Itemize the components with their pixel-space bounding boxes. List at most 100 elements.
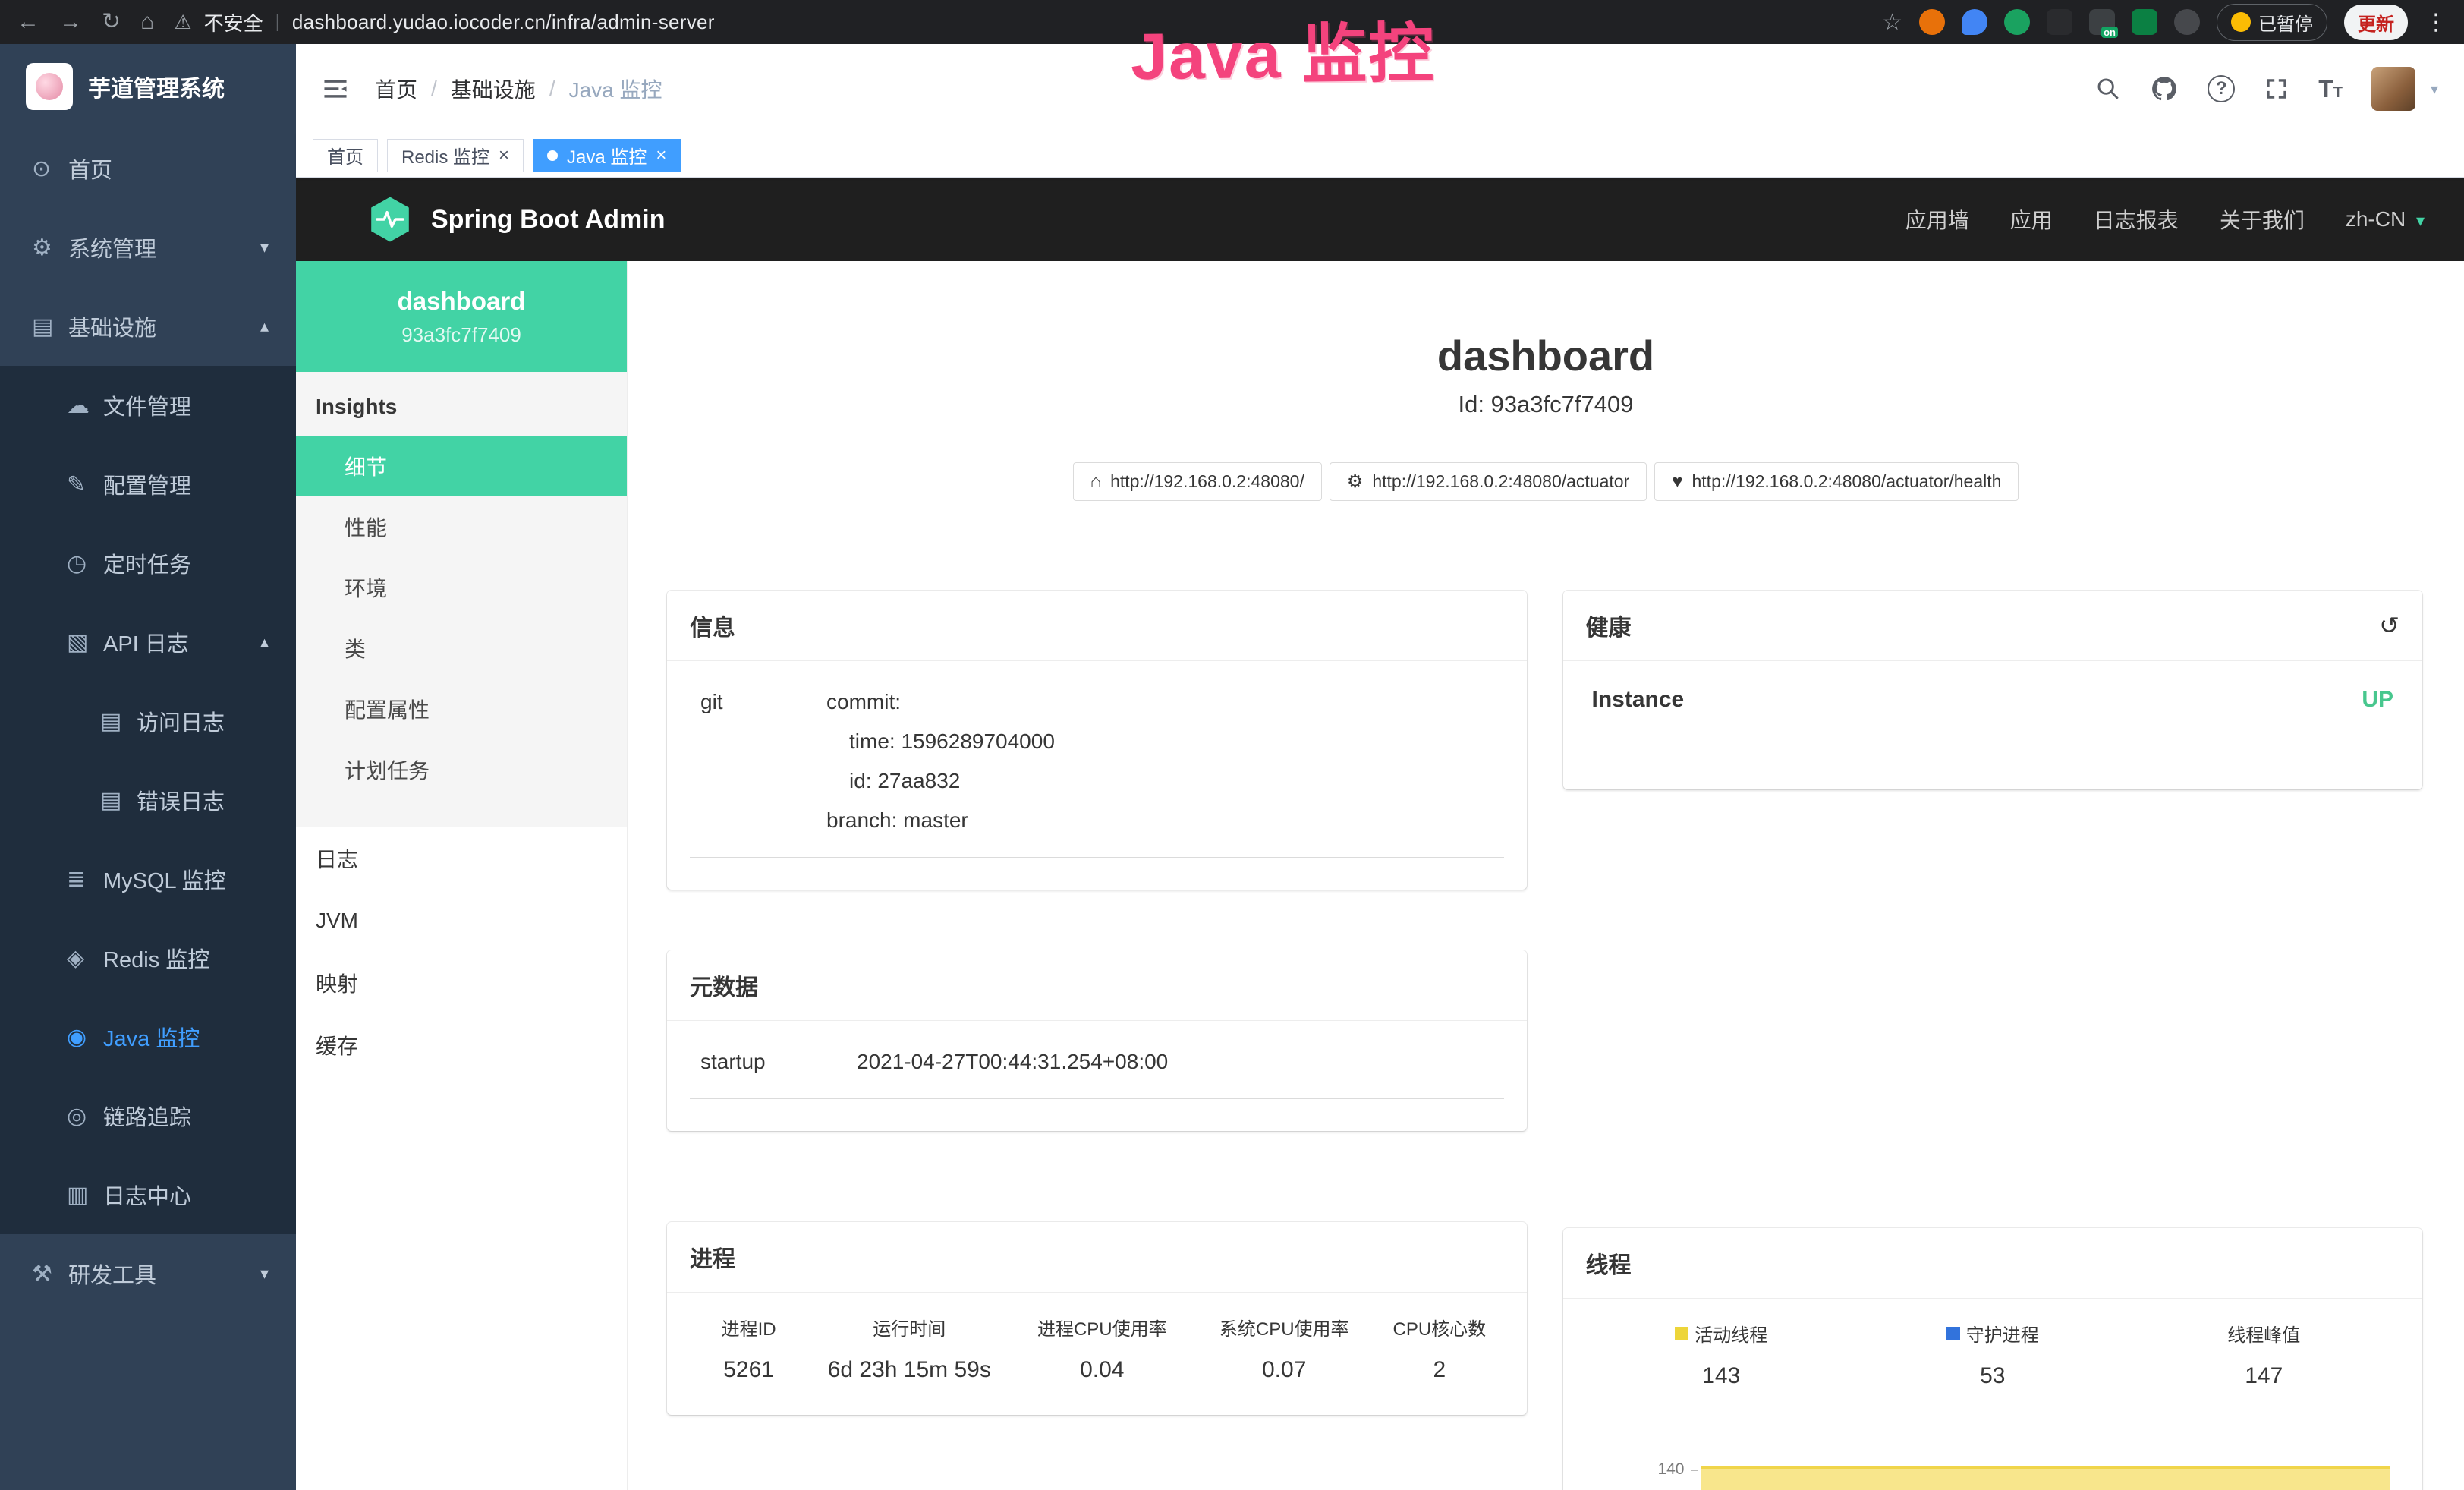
extension-icon-6[interactable] — [2132, 9, 2157, 35]
metadata-card: 元数据 startup 2021-04-27T00:44:31.254+08:0… — [667, 950, 1527, 1131]
instance-label: Instance — [1592, 687, 1685, 713]
process-pid: 5261 — [690, 1357, 807, 1383]
metadata-value: 2021-04-27T00:44:31.254+08:00 — [857, 1042, 1168, 1082]
sidebar-item-error-log[interactable]: ▤ 错误日志 — [0, 761, 296, 840]
info-row: git commit: time: 1596289704000 id: 27aa… — [690, 682, 1504, 858]
sba-item-classes[interactable]: 类 — [296, 618, 627, 679]
tab-redis-monitor[interactable]: Redis 监控 × — [387, 139, 524, 172]
sba-nav-about[interactable]: 关于我们 — [2220, 204, 2305, 235]
sba-nav: 应用墙 应用 日志报表 关于我们 zh-CN ▾ — [1905, 204, 2425, 235]
git-commit-time: time: 1596289704000 — [826, 722, 1055, 761]
sidebar-item-api-log[interactable]: ▧ API 日志 ▴ — [0, 603, 296, 682]
sidebar-item-label: 首页 — [68, 153, 112, 184]
profile-paused-badge[interactable]: 已暂停 — [2217, 4, 2327, 41]
sba-item-tasks[interactable]: 计划任务 — [296, 739, 627, 800]
sidebar-item-redis-monitor[interactable]: ◈ Redis 监控 — [0, 918, 296, 997]
extension-icon-5[interactable]: on — [2089, 9, 2115, 35]
font-size-icon[interactable]: TT — [2318, 75, 2343, 103]
back-icon[interactable]: ← — [17, 11, 39, 33]
git-branch: branch: master — [826, 801, 1055, 840]
extension-icon-7[interactable] — [2174, 9, 2200, 35]
tab-java-monitor[interactable]: Java 监控 × — [533, 139, 681, 172]
avatar-caret-icon[interactable]: ▾ — [2431, 80, 2438, 99]
monitor-icon: ▤ — [32, 313, 68, 340]
process-col-header: 运行时间 — [807, 1314, 1011, 1340]
sba-item-logs[interactable]: 日志 — [296, 827, 627, 890]
search-icon[interactable] — [2095, 76, 2121, 102]
health-url-button[interactable]: ♥ http://192.168.0.2:48080/actuator/heal… — [1654, 462, 2019, 501]
sba-item-jvm[interactable]: JVM — [296, 890, 627, 952]
extension-icon-3[interactable] — [2004, 9, 2030, 35]
sba-item-details[interactable]: 细节 — [296, 436, 627, 496]
sidebar-item-access-log[interactable]: ▤ 访问日志 — [0, 682, 296, 761]
actuator-url-label: http://192.168.0.2:48080/actuator — [1372, 471, 1629, 492]
database-icon: ≣ — [67, 866, 103, 893]
address-bar[interactable]: ⚠ 不安全 | dashboard.yudao.iocoder.cn/infra… — [174, 8, 857, 36]
sidebar-item-label: 研发工具 — [68, 1258, 156, 1290]
info-card-header: 信息 — [667, 591, 1527, 661]
bookmark-star-icon[interactable]: ☆ — [1882, 9, 1902, 36]
sidebar-item-dev-tools[interactable]: ⚒ 研发工具 ▾ — [0, 1234, 296, 1313]
sidebar-item-home[interactable]: ⊙ 首页 — [0, 129, 296, 208]
threads-chart: 140 120 100 — [1586, 1415, 2400, 1490]
sidebar-item-label: 文件管理 — [103, 389, 191, 421]
app-logo-row[interactable]: 芋道管理系统 — [0, 44, 296, 129]
sba-locale-select[interactable]: zh-CN ▾ — [2346, 207, 2425, 232]
sba-item-caches[interactable]: 缓存 — [296, 1014, 627, 1076]
threads-legend: 活动线程 守护进程 线程峰值 143 53 147 — [1586, 1320, 2400, 1389]
sba-nav-applications[interactable]: 应用 — [2010, 204, 2053, 235]
git-commit-id: id: 27aa832 — [826, 761, 1055, 801]
history-icon[interactable]: ↺ — [2379, 611, 2399, 640]
sba-item-performance[interactable]: 性能 — [296, 496, 627, 557]
help-icon[interactable]: ? — [2208, 75, 2235, 102]
sidebar-item-mysql-monitor[interactable]: ≣ MySQL 监控 — [0, 840, 296, 918]
breadcrumb-section[interactable]: 基础设施 — [451, 74, 536, 104]
log-center-icon: ▥ — [67, 1182, 103, 1208]
actuator-url-button[interactable]: ⚙ http://192.168.0.2:48080/actuator — [1330, 462, 1647, 501]
chevron-down-icon: ▾ — [260, 1264, 269, 1284]
sba-nav-wallboard[interactable]: 应用墙 — [1905, 204, 1969, 235]
legend-peak-threads: 线程峰值 — [2129, 1320, 2400, 1347]
sidebar-item-scheduled-jobs[interactable]: ◷ 定时任务 — [0, 524, 296, 603]
sidebar-item-system[interactable]: ⚙ 系统管理 ▾ — [0, 208, 296, 287]
sidebar-item-file-manage[interactable]: ☁ 文件管理 — [0, 366, 296, 445]
service-url-button[interactable]: ⌂ http://192.168.0.2:48080/ — [1073, 462, 1322, 501]
breadcrumb-current: Java 监控 — [569, 74, 662, 104]
info-value: commit: time: 1596289704000 id: 27aa832 … — [826, 682, 1055, 840]
extension-icon-4[interactable] — [2047, 9, 2072, 35]
github-icon[interactable] — [2150, 74, 2179, 103]
sba-item-mappings[interactable]: 映射 — [296, 952, 627, 1014]
extension-icon-2[interactable] — [1962, 9, 1987, 35]
tools-icon: ⚒ — [32, 1261, 68, 1287]
sidebar-item-tracing[interactable]: ◎ 链路追踪 — [0, 1076, 296, 1155]
fullscreen-icon[interactable] — [2264, 76, 2289, 102]
process-col-header: 进程ID — [690, 1314, 807, 1340]
instance-id-subtitle: Id: 93a3fc7f7409 — [628, 391, 2464, 418]
annotation-text: Java 监控 — [1130, 0, 1436, 98]
forward-icon[interactable]: → — [59, 11, 82, 33]
sba-item-properties[interactable]: 配置属性 — [296, 679, 627, 739]
api-log-icon: ▧ — [67, 629, 103, 656]
update-button[interactable]: 更新 — [2344, 5, 2408, 40]
sba-nav-journal[interactable]: 日志报表 — [2094, 204, 2179, 235]
sba-item-environment[interactable]: 环境 — [296, 557, 627, 618]
extension-icon-1[interactable] — [1919, 9, 1945, 35]
sidebar-item-config-manage[interactable]: ✎ 配置管理 — [0, 445, 296, 524]
browser-menu-icon[interactable]: ⋮ — [2425, 9, 2447, 36]
home-icon[interactable]: ⌂ — [140, 11, 154, 33]
reload-icon[interactable]: ↻ — [102, 11, 121, 33]
health-row[interactable]: Instance UP — [1586, 682, 2400, 736]
tab-home[interactable]: 首页 — [313, 139, 378, 172]
sba-instance-header[interactable]: dashboard 93a3fc7f7409 — [296, 261, 627, 372]
card-title: 线程 — [1586, 1246, 1632, 1280]
close-icon[interactable]: × — [499, 146, 509, 165]
breadcrumb-separator: / — [549, 77, 555, 101]
avatar[interactable] — [2371, 67, 2415, 111]
close-icon[interactable]: × — [656, 146, 666, 165]
sidebar-item-infrastructure[interactable]: ▤ 基础设施 ▴ — [0, 287, 296, 366]
breadcrumb-home[interactable]: 首页 — [375, 74, 417, 104]
hamburger-icon[interactable] — [322, 77, 349, 101]
sidebar-item-log-center[interactable]: ▥ 日志中心 — [0, 1155, 296, 1234]
breadcrumb-separator: / — [431, 77, 437, 101]
sidebar-item-java-monitor[interactable]: ◉ Java 监控 — [0, 997, 296, 1076]
